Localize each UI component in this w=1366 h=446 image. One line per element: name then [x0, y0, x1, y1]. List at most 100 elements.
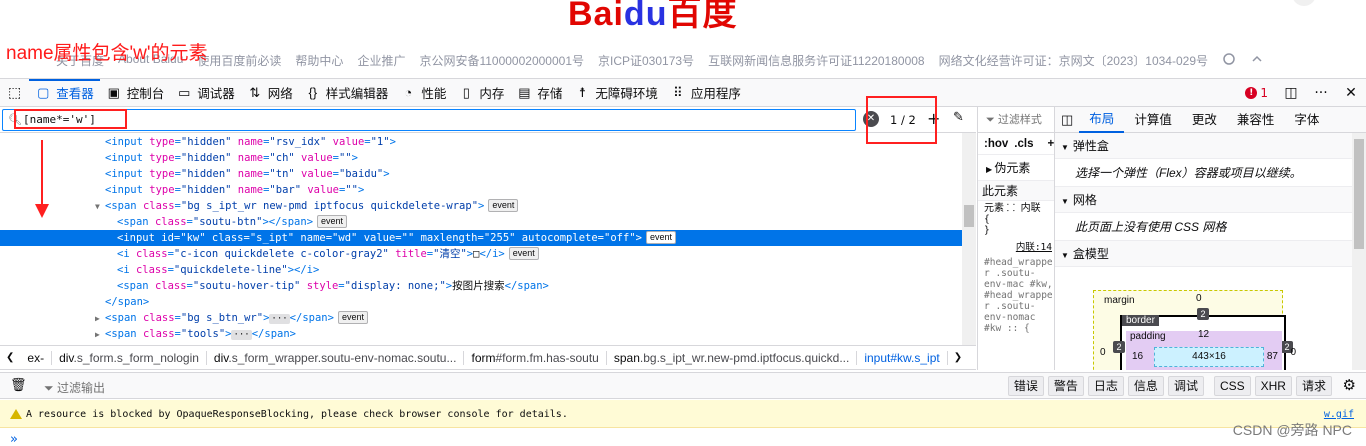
- breadcrumb-item[interactable]: div.s_form.s_form_nologin: [52, 350, 207, 365]
- flexbox-section-header[interactable]: ▼ 弹性盒: [1055, 133, 1366, 159]
- footer-link[interactable]: 互联网新闻信息服务许可证11220180008: [708, 52, 925, 69]
- hov-toggle[interactable]: :hov: [984, 133, 1008, 154]
- tab-application[interactable]: ⠿ 应用程序: [664, 79, 747, 107]
- padding-top-value[interactable]: 12: [1198, 329, 1209, 340]
- box-model-section-header[interactable]: ▼ 盒模型: [1055, 241, 1366, 267]
- filter-warnings-button[interactable]: 警告: [1047, 376, 1084, 396]
- margin-left-value[interactable]: 0: [1100, 347, 1106, 358]
- rule-source-link[interactable]: 内联:14: [978, 236, 1054, 253]
- box-model-margin[interactable]: margin 0 0 border 2 2 2 padding 12 16 87…: [1093, 290, 1296, 370]
- breadcrumb-item[interactable]: ex-: [20, 350, 53, 365]
- padding-left-value[interactable]: 16: [1132, 351, 1143, 362]
- tab-layout[interactable]: 布局: [1079, 107, 1125, 133]
- grid-section-header[interactable]: ▼ 网格: [1055, 187, 1366, 213]
- event-badge[interactable]: event: [508, 247, 539, 260]
- tab-inspector[interactable]: ▢ 查看器: [29, 78, 100, 107]
- tab-style-editor[interactable]: {} 样式编辑器: [299, 79, 395, 107]
- tab-storage[interactable]: ▤ 存储: [510, 79, 568, 107]
- element-picker-button[interactable]: ⬚: [0, 79, 29, 107]
- event-badge[interactable]: event: [337, 311, 368, 324]
- footer-link[interactable]: 企业推广: [357, 52, 405, 69]
- tab-performance[interactable]: ◔ 性能: [394, 79, 452, 107]
- more-options-icon[interactable]: ···: [1306, 85, 1336, 101]
- tab-accessibility[interactable]: ☨ 无障碍环境: [568, 79, 664, 107]
- tab-fonts[interactable]: 字体: [1284, 108, 1329, 132]
- margin-right-value[interactable]: 0: [1290, 347, 1296, 358]
- tab-compatibility[interactable]: 兼容性: [1227, 108, 1285, 132]
- console-filter-input[interactable]: ⏷ 过滤输出: [44, 379, 105, 396]
- breadcrumb-item-selected[interactable]: input#kw.s_ipt: [857, 350, 948, 365]
- markup-node[interactable]: <span class="soutu-btn"></span> event: [0, 214, 962, 230]
- markup-node[interactable]: <i class="quickdelete-line"></i>: [0, 262, 962, 278]
- user-avatar[interactable]: [1292, 0, 1316, 6]
- baidu-logo[interactable]: Baidu百度: [568, 0, 737, 35]
- tab-computed[interactable]: 计算值: [1124, 108, 1182, 132]
- event-badge[interactable]: event: [645, 231, 676, 244]
- filter-requests-button[interactable]: 请求: [1295, 376, 1332, 396]
- footer-link[interactable]: 使用百度前必读: [197, 52, 281, 69]
- filter-debug-button[interactable]: 调试: [1167, 376, 1204, 396]
- collapsed-ellipsis[interactable]: ···: [269, 314, 290, 324]
- breadcrumb-scroll-left-icon[interactable]: ❮: [0, 352, 20, 363]
- tab-network[interactable]: ⇅ 网络: [241, 79, 299, 107]
- trash-icon[interactable]: 🗑︎: [10, 377, 27, 393]
- rules-filter-input[interactable]: ⏷ 过滤样式: [978, 107, 1054, 133]
- layout-scrollbar[interactable]: [1352, 133, 1366, 370]
- filter-logs-button[interactable]: 日志: [1087, 376, 1124, 396]
- pseudo-elements-toggle[interactable]: ▶ 伪元素: [978, 155, 1054, 181]
- border-left-value[interactable]: 2: [1113, 341, 1125, 353]
- markup-node[interactable]: <input type="hidden" name="tn" value="ba…: [0, 166, 962, 182]
- collapsed-ellipsis[interactable]: ···: [231, 330, 252, 340]
- breadcrumb-scroll-right-icon[interactable]: ❯: [948, 352, 968, 363]
- markup-node[interactable]: <i class="c-icon quickdelete c-color-gra…: [0, 246, 962, 262]
- markup-node[interactable]: ▼ <span class="bg s_ipt_wr new-pmd iptfoc…: [0, 198, 962, 214]
- markup-node[interactable]: </span>: [0, 294, 962, 310]
- markup-node[interactable]: <input type="hidden" name="ch" value="">: [0, 150, 962, 166]
- footer-link[interactable]: 帮助中心: [295, 52, 343, 69]
- eyedropper-icon[interactable]: ✎: [953, 110, 964, 125]
- filter-xhr-button[interactable]: XHR: [1254, 376, 1292, 396]
- filter-info-button[interactable]: 信息: [1127, 376, 1164, 396]
- markup-node[interactable]: <input type="hidden" name="rsv_idx" valu…: [0, 134, 962, 150]
- tab-console[interactable]: ▣ 控制台: [100, 79, 171, 107]
- gear-icon[interactable]: ⚙: [1343, 376, 1356, 394]
- breadcrumb-item[interactable]: div.s_form_wrapper.soutu-env-nomac.soutu…: [207, 350, 465, 365]
- search-input[interactable]: [name*='w']: [2, 109, 856, 131]
- markup-node[interactable]: ▶ <span class="tools"> ··· </span>: [0, 326, 962, 342]
- box-model-padding[interactable]: padding 12 16 87 443×16: [1126, 329, 1282, 370]
- expand-toggle-icon[interactable]: ▶: [95, 311, 105, 327]
- expand-toggle-icon[interactable]: ▼: [95, 199, 105, 215]
- border-top-value[interactable]: 2: [1197, 308, 1209, 320]
- box-model-border[interactable]: border 2 2 2 padding 12 16 87 443×16: [1113, 308, 1293, 370]
- sidebar-panel-toggle-icon[interactable]: ◫: [1055, 112, 1079, 128]
- event-badge[interactable]: event: [317, 215, 348, 228]
- scrollbar-thumb[interactable]: [1354, 139, 1364, 249]
- markup-node[interactable]: <span class="soutu-hover-tip" style="dis…: [0, 278, 962, 294]
- footer-link[interactable]: 京公网安备11000002000001号: [419, 52, 584, 69]
- padding-right-value[interactable]: 87: [1267, 351, 1278, 362]
- filter-errors-button[interactable]: 错误: [1007, 376, 1044, 396]
- tab-changes[interactable]: 更改: [1182, 108, 1227, 132]
- chevron-up-icon[interactable]: [1250, 52, 1264, 66]
- markup-node[interactable]: ▶ <span class="bg s_btn_wr"> ··· </span> eve…: [0, 310, 962, 326]
- breadcrumb-item[interactable]: span.bg.s_ipt_wr.new-pmd.iptfocus.quickd…: [607, 350, 858, 365]
- warning-source-link[interactable]: w.gif: [1324, 409, 1354, 420]
- markup-node-selected[interactable]: <input id="kw" class="s_ipt" name="wd" v…: [0, 230, 962, 246]
- add-rule-icon[interactable]: +: [1047, 133, 1054, 154]
- tab-memory[interactable]: ▯ 内存: [452, 79, 510, 107]
- scrollbar-thumb[interactable]: [964, 205, 974, 227]
- markup-scrollbar[interactable]: [962, 133, 976, 345]
- tab-debugger[interactable]: ▭ 调试器: [170, 79, 241, 107]
- breadcrumb-item[interactable]: form#form.fm.has-soutu: [464, 350, 607, 365]
- event-badge[interactable]: event: [488, 199, 519, 212]
- cls-toggle[interactable]: .cls: [1014, 133, 1033, 154]
- expand-toggle-icon[interactable]: ▶: [95, 327, 105, 343]
- error-count-badge[interactable]: ! 1: [1245, 86, 1276, 100]
- box-model-content[interactable]: 443×16: [1154, 347, 1264, 367]
- close-icon[interactable]: ✕: [1336, 85, 1366, 101]
- console-prompt[interactable]: »: [10, 432, 18, 446]
- footer-link[interactable]: 网络文化经营许可证：京网文〔2023〕1034-029号: [939, 52, 1208, 69]
- margin-top-value[interactable]: 0: [1196, 293, 1202, 304]
- markup-node[interactable]: <input type="hidden" name="bar" value=""…: [0, 182, 962, 198]
- dock-side-icon[interactable]: ◫: [1276, 85, 1306, 101]
